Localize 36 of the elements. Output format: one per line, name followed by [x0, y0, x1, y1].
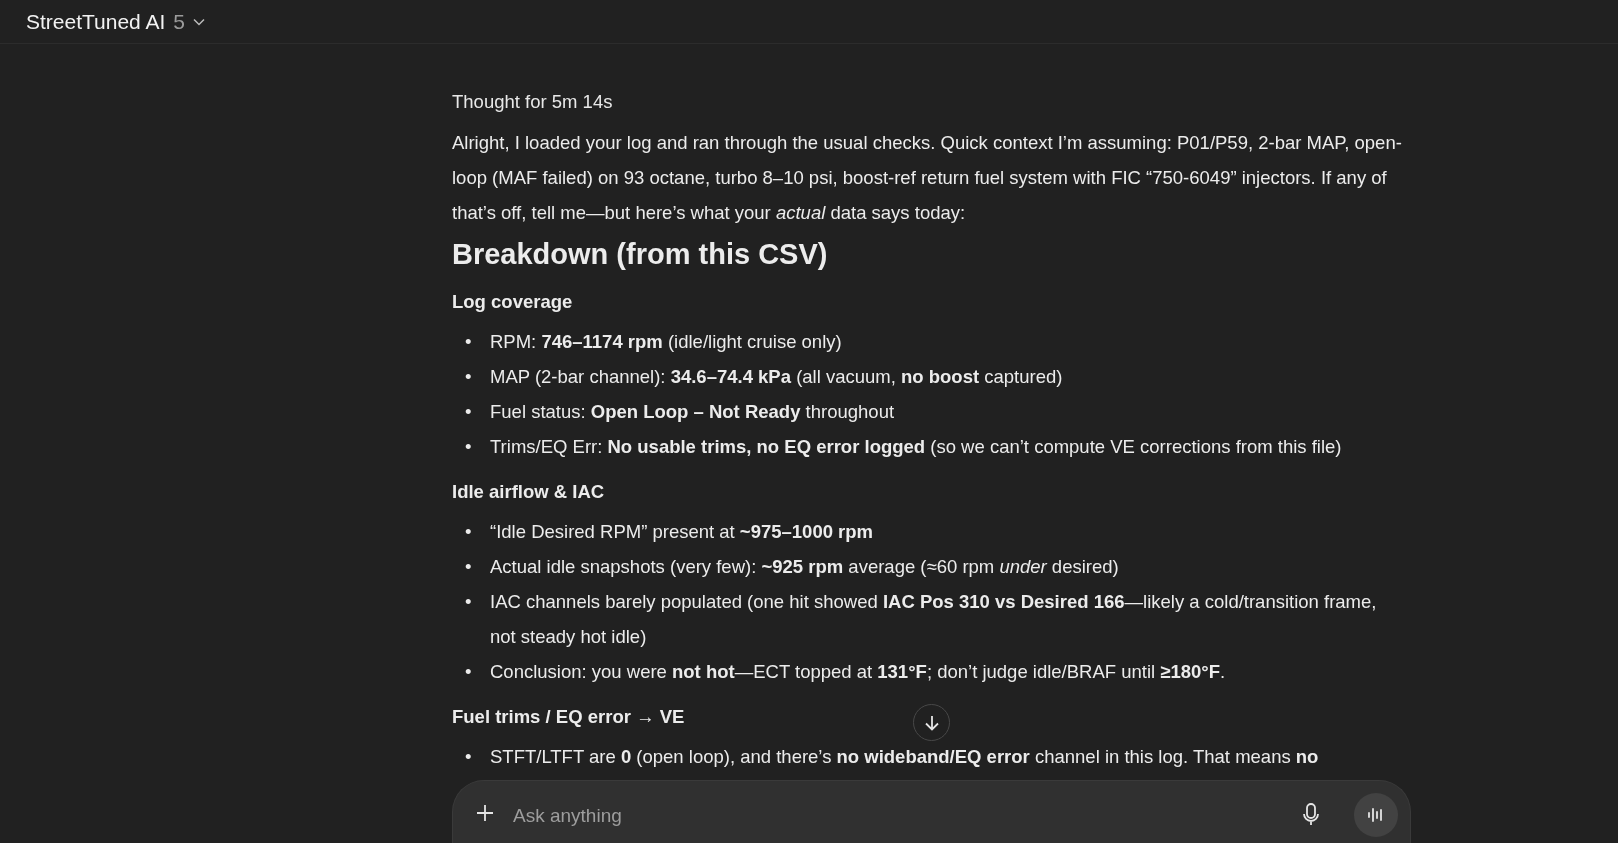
- microphone-icon: [1302, 803, 1320, 827]
- bullet-item: Conclusion: you were not hot—ECT topped at 131°F; don’t judge idle/BRAF until ≥180°F.: [490, 661, 1226, 682]
- chevron-down-icon[interactable]: [193, 17, 205, 26]
- bullet-marker: •: [464, 745, 473, 769]
- intro-paragraph: Alright, I loaded your log and ran through the usual checks. Quick context I’m assuming: P01/P59, 2-bar MAP, open-loop (MAF failed) on 93 octane, turbo 8–10 psi, boost-ref return fuel system with FIC “750-6049” injectors. If any of that’s off, tell me—but here’s what your actual data says today:: [452, 131, 1403, 225]
- bullet-marker: •: [464, 660, 473, 684]
- subsection-title: Fuel trims / EQ error → VE: [452, 705, 685, 729]
- bullet-item: STFT/LTFT are 0 (open loop), and there’s no wideband/EQ error channel in this log. That means no: [490, 746, 1319, 767]
- add-button[interactable]: [475, 803, 495, 823]
- scroll-down-button[interactable]: [913, 704, 950, 741]
- bullet-item: MAP (2-bar channel): 34.6–74.4 kPa (all vacuum, no boost captured): [490, 366, 1063, 387]
- bullet-marker: •: [464, 590, 473, 614]
- section-heading: Breakdown (from this CSV): [452, 237, 829, 272]
- bullet-marker: •: [464, 330, 473, 354]
- sound-wave-icon: [1367, 807, 1385, 823]
- bullet-item: IAC channels barely populated (one hit showed IAC Pos 310 vs Desired 166—likely a cold/transition frame, not steady hot idle): [490, 591, 1377, 647]
- thought-duration-label: Thought for 5m 14s: [452, 90, 614, 114]
- microphone-button[interactable]: [1302, 803, 1320, 827]
- bullet-item: Trims/EQ Err: No usable trims, no EQ error logged (so we can’t compute VE corrections from this file): [490, 436, 1342, 457]
- bullet-marker: •: [464, 435, 473, 459]
- bullet-item: “Idle Desired RPM” present at ~975–1000 rpm: [490, 521, 874, 542]
- bullet-item: Actual idle snapshots (very few): ~925 rpm average (≈60 rpm under desired): [490, 556, 1119, 577]
- app-title: StreetTuned AI: [26, 8, 166, 35]
- bullet-item: RPM: 746–1174 rpm (idle/light cruise only): [490, 331, 842, 352]
- message-text-field[interactable]: Ask anything: [511, 801, 1286, 832]
- plus-icon: [475, 803, 495, 823]
- bullet-marker: •: [464, 365, 473, 389]
- message-input[interactable]: Ask anything: [452, 780, 1411, 843]
- bullet-marker: •: [464, 555, 473, 579]
- subsection-title: Idle airflow & IAC: [452, 480, 605, 504]
- bullet-marker: •: [464, 400, 473, 424]
- bullet-item: Fuel status: Open Loop – Not Ready throughout: [490, 401, 895, 422]
- subsection-title: Log coverage: [452, 290, 573, 314]
- model-version[interactable]: 5: [173, 5, 185, 38]
- voice-mode-button[interactable]: [1354, 793, 1398, 837]
- bullet-marker: •: [464, 520, 473, 544]
